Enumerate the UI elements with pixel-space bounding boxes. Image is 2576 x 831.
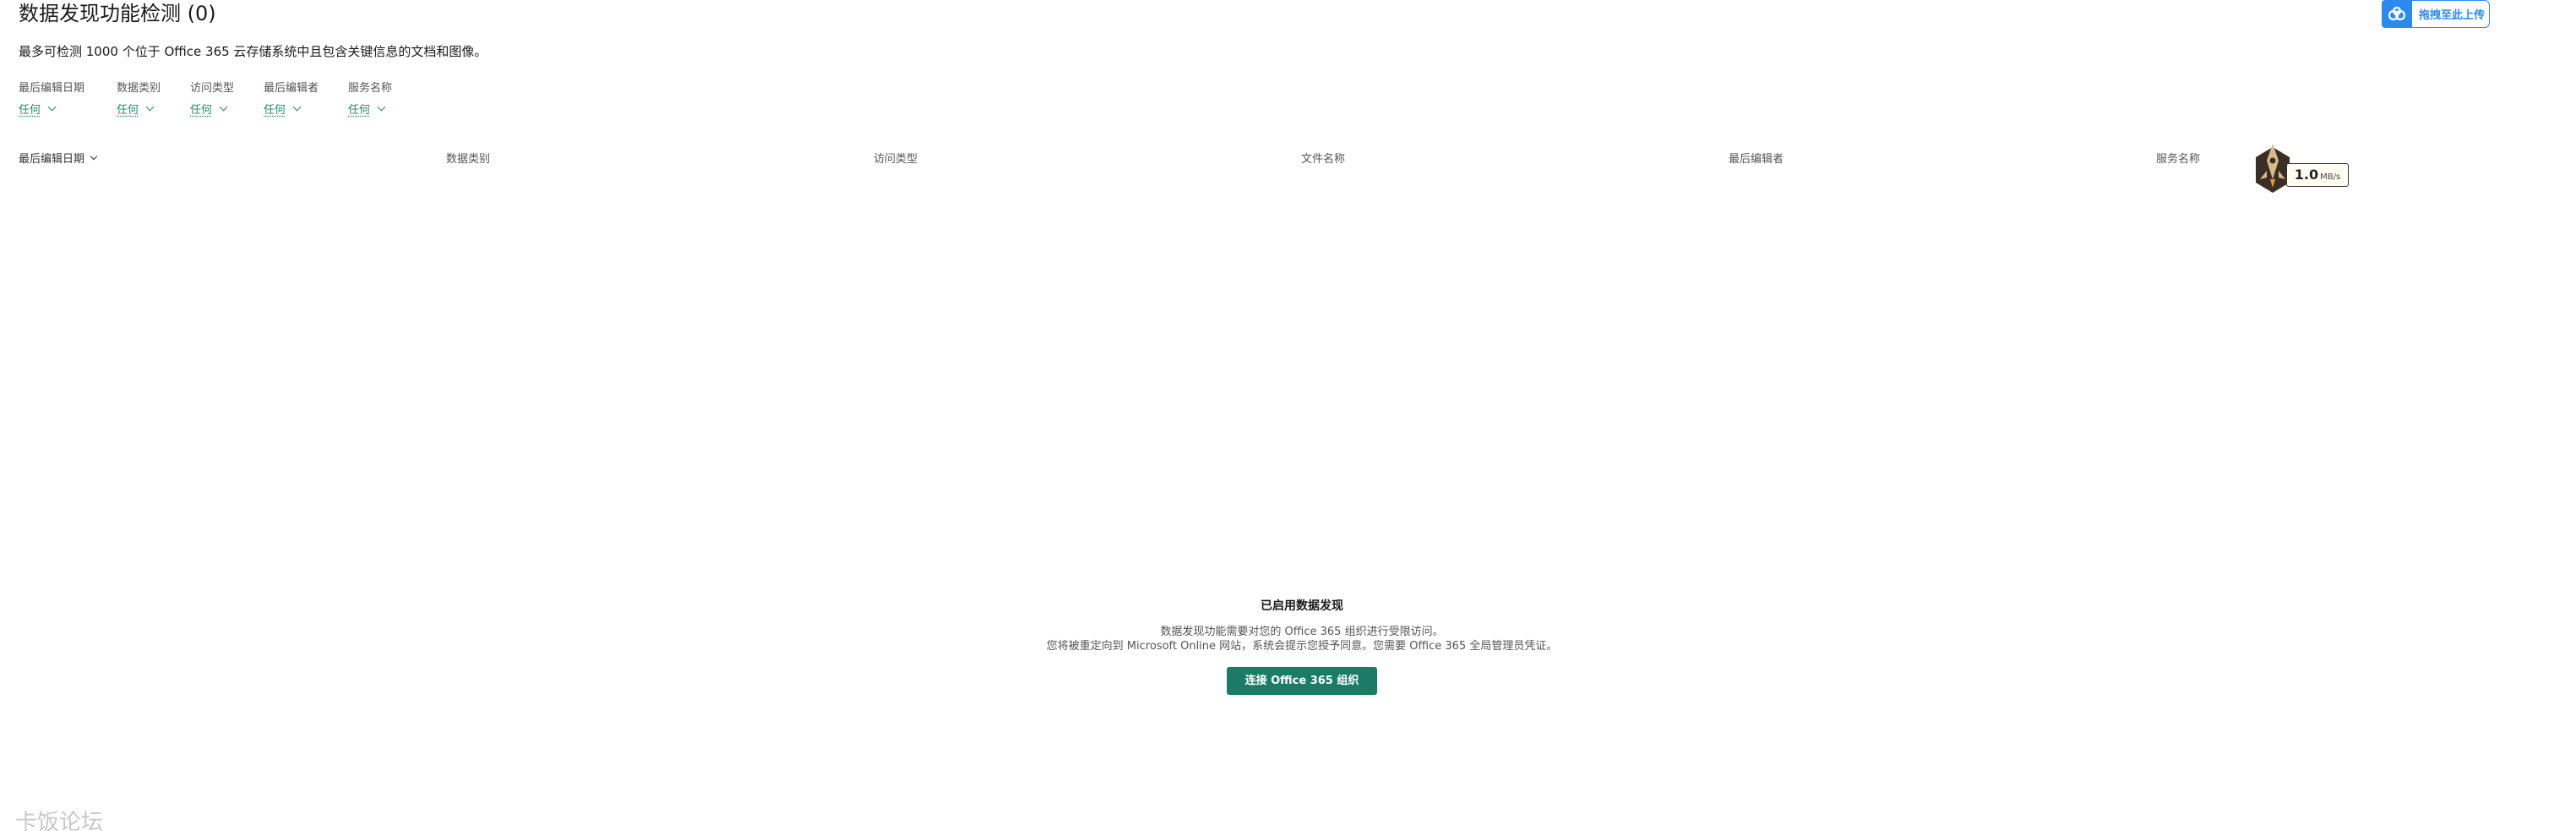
page-title: 数据发现功能检测 (0): [19, 2, 216, 25]
speed-unit: MB/s: [2320, 172, 2341, 182]
filter-service-name: 服务名称 任何: [348, 79, 392, 117]
page-subtitle: 最多可检测 1000 个位于 Office 365 云存储系统中且包含关键信息的…: [19, 44, 487, 59]
filter-last-edited-date-dropdown[interactable]: 任何: [19, 101, 57, 117]
speed-value: 1.0: [2294, 167, 2319, 183]
page: 数据发现功能检测 (0) 最多可检测 1000 个位于 Office 365 云…: [0, 0, 2576, 831]
speed-readout: 1.0 MB/s: [2286, 163, 2349, 187]
filter-value: 任何: [19, 104, 41, 117]
watermark: 卡饭论坛: [15, 810, 104, 831]
chevron-down-icon: [219, 102, 228, 112]
empty-state-description: 数据发现功能需要对您的 Office 365 组织进行受限访问。 您将被重定向到…: [858, 625, 1745, 653]
sort-chevron-icon: [90, 152, 98, 160]
filter-label: 访问类型: [190, 82, 235, 95]
filter-access-type-dropdown[interactable]: 任何: [190, 101, 228, 117]
filter-value: 任何: [348, 104, 371, 117]
filter-data-category: 数据类别 任何: [117, 79, 161, 117]
chevron-down-icon: [292, 102, 302, 112]
chevron-down-icon: [47, 102, 57, 112]
filter-label: 数据类别: [117, 82, 161, 95]
column-header-file-name[interactable]: 文件名称: [1301, 150, 1345, 166]
filter-last-edited-date: 最后编辑日期 任何: [19, 79, 84, 117]
chevron-down-icon: [145, 102, 155, 112]
column-header-label: 最后编辑日期: [19, 153, 85, 166]
filter-service-name-dropdown[interactable]: 任何: [348, 101, 386, 117]
filter-access-type: 访问类型 任何: [190, 79, 234, 117]
column-header-data-category[interactable]: 数据类别: [446, 150, 490, 166]
empty-state-line-2: 您将被重定向到 Microsoft Online 网站，系统会提示您授予同意。您…: [1046, 640, 1558, 653]
filter-value: 任何: [117, 104, 139, 117]
chevron-down-icon: [377, 102, 386, 112]
empty-state: 已启用数据发现 数据发现功能需要对您的 Office 365 组织进行受限访问。…: [858, 597, 1745, 695]
empty-state-line-1: 数据发现功能需要对您的 Office 365 组织进行受限访问。: [1160, 626, 1444, 638]
cloud-upload-icon: [2382, 0, 2412, 28]
filter-label: 服务名称: [348, 82, 393, 95]
column-header-access-type[interactable]: 访问类型: [874, 150, 918, 166]
column-header-last-edited-date[interactable]: 最后编辑日期: [19, 150, 98, 166]
filter-value: 任何: [264, 104, 286, 117]
column-header-last-editor[interactable]: 最后编辑者: [1729, 150, 1784, 166]
column-header-service-name[interactable]: 服务名称: [2156, 150, 2200, 166]
filter-value: 任何: [190, 104, 213, 117]
upload-drop-widget[interactable]: 拖拽至此上传: [2382, 0, 2490, 28]
filter-label: 最后编辑日期: [19, 82, 85, 95]
filter-data-category-dropdown[interactable]: 任何: [117, 101, 155, 117]
upload-label: 拖拽至此上传: [2419, 9, 2486, 22]
filter-last-editor-dropdown[interactable]: 任何: [264, 101, 302, 117]
network-speed-widget[interactable]: 1.0 MB/s: [2247, 142, 2357, 201]
filter-last-editor: 最后编辑者 任何: [264, 79, 319, 117]
empty-state-title: 已启用数据发现: [1261, 599, 1343, 613]
filter-label: 最后编辑者: [264, 82, 319, 95]
connect-office365-button[interactable]: 连接 Office 365 组织: [1226, 667, 1378, 695]
